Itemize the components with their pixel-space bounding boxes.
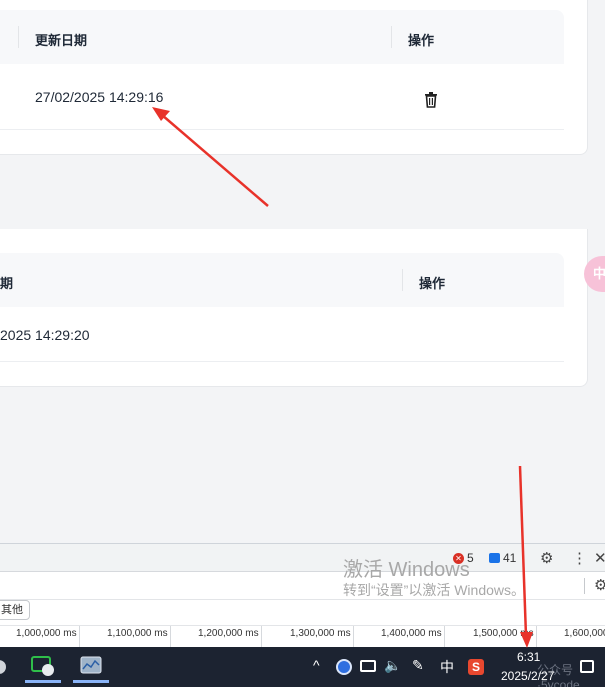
wechat-icon — [31, 656, 54, 676]
devtools-toolbar: ✕ 5 41 ⚙ ⋮ ✕ — [0, 544, 605, 572]
toolbar-divider — [584, 578, 585, 594]
monitor-app-icon — [80, 656, 102, 674]
column-divider — [402, 269, 403, 291]
timeline-tick: 1,600,000 — [564, 628, 605, 639]
column-header-actions: 操作 — [408, 33, 435, 48]
volume-icon[interactable]: 🔈 — [384, 657, 401, 674]
timeline-ruler: 1,000,000 ms 1,100,000 ms 1,200,000 ms 1… — [0, 625, 605, 648]
timeline-gridline — [170, 626, 171, 648]
chevron-up-icon[interactable]: ^ — [313, 657, 320, 673]
pen-icon[interactable]: ✎ — [412, 657, 424, 674]
row-divider — [0, 361, 564, 362]
message-count: 41 — [503, 551, 517, 565]
gear-icon[interactable]: ⚙ — [540, 549, 553, 567]
more-options-icon[interactable]: ⋮ — [572, 549, 587, 567]
gear-icon[interactable]: ⚙ — [594, 576, 605, 594]
row-divider — [0, 129, 564, 130]
taskbar-clock-date[interactable]: 2025/2/27 — [501, 669, 554, 683]
search-icon[interactable] — [0, 660, 6, 674]
column-header-updated-date[interactable]: 期 — [0, 273, 13, 292]
column-divider — [18, 26, 19, 48]
timeline-tick: 1,000,000 ms — [16, 628, 77, 639]
timeline-gridline — [261, 626, 262, 648]
message-icon — [489, 553, 500, 563]
activation-watermark-title: 激活 Windows — [343, 559, 470, 581]
bluetooth-app-icon[interactable] — [336, 659, 352, 675]
taskbar-app-monitor[interactable] — [73, 651, 109, 683]
timeline-gridline — [353, 626, 354, 648]
timeline-tick: 1,400,000 ms — [381, 628, 442, 639]
taskbar-app-wechat[interactable] — [25, 651, 61, 683]
active-indicator — [73, 680, 109, 683]
page-background — [0, 387, 605, 543]
timeline-tick: 1,200,000 ms — [198, 628, 259, 639]
timeline-tick: 1,500,000 ms — [473, 628, 534, 639]
updated-date-cell: 2025 14:29:20 — [0, 327, 90, 343]
column-header-actions: 操作 — [419, 276, 446, 291]
close-icon[interactable]: ✕ — [594, 549, 605, 567]
timeline-tick: 1,100,000 ms — [107, 628, 168, 639]
active-indicator — [25, 680, 61, 683]
timeline-gridline — [444, 626, 445, 648]
message-counter[interactable]: 41 — [489, 551, 516, 565]
input-method-indicator[interactable]: 中 — [440, 657, 454, 677]
updated-date-cell: 27/02/2025 14:29:16 — [35, 89, 164, 105]
data-table-top: 更新日期 操作 27/02/2025 14:29:16 — [0, 0, 588, 155]
timeline-gridline — [536, 626, 537, 648]
table-header: 期 操作 — [0, 253, 564, 307]
timeline-tick: 1,300,000 ms — [290, 628, 351, 639]
filter-chip-other[interactable]: 其他 — [0, 600, 30, 620]
sogou-ime-icon[interactable]: S — [468, 659, 484, 675]
network-icon[interactable] — [360, 660, 376, 672]
table-header: 更新日期 操作 — [0, 10, 564, 64]
data-table-bottom: 期 操作 2025 14:29:20 — [0, 229, 588, 387]
column-header-updated-date[interactable]: 更新日期 — [35, 30, 87, 49]
column-divider — [391, 26, 392, 48]
delete-icon[interactable] — [424, 92, 438, 108]
taskbar-clock-time[interactable]: 6:31 — [517, 650, 540, 664]
page-background — [0, 155, 605, 229]
activation-watermark-hint: 转到“设置”以激活 Windows。 — [343, 582, 526, 598]
timeline-gridline — [79, 626, 80, 648]
